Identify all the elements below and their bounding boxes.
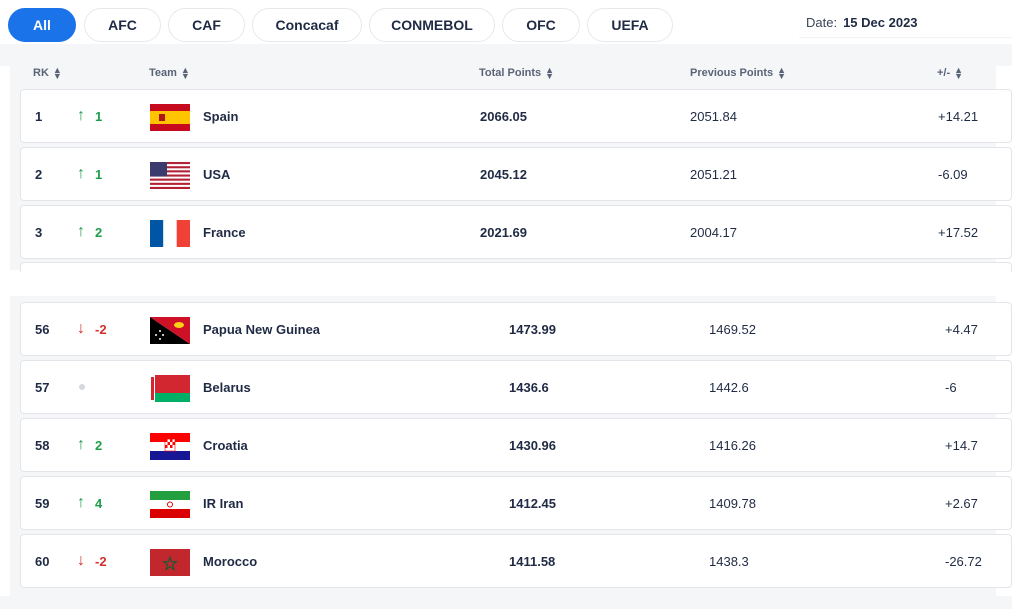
arrow-down-icon: ↓: [77, 552, 85, 569]
points-diff: -6: [945, 379, 957, 395]
rank-change: ↑ 2: [77, 223, 103, 240]
rank: 1: [35, 108, 43, 124]
croatia-flag: [150, 433, 190, 460]
arrow-up-icon: ↑: [77, 436, 85, 453]
header-rank[interactable]: RK ▲ ▼: [33, 65, 62, 81]
table-row[interactable]: 57 Belarus 1436.6 1442.6 -6: [20, 360, 1012, 414]
date-label: Date:: [806, 15, 838, 30]
arrow-up-icon: ↑: [77, 223, 85, 240]
rank: 3: [35, 224, 43, 240]
team-name[interactable]: Belarus: [203, 361, 251, 413]
rank: 56: [35, 321, 50, 337]
previous-points: 1438.3: [709, 553, 749, 569]
rank-change: ↓ -2: [77, 552, 107, 569]
team-name[interactable]: Papua New Guinea: [203, 303, 320, 355]
previous-points: 2051.21: [690, 166, 737, 182]
rank-change: ↑ 2: [77, 436, 103, 453]
filter-ofc[interactable]: OFC: [502, 8, 580, 42]
table-top-background: [0, 44, 1012, 66]
previous-points: 1416.26: [709, 437, 756, 453]
table-row-partial: [20, 262, 1012, 272]
rank: 2: [35, 166, 43, 182]
rank: 57: [35, 379, 50, 395]
france-flag: [150, 220, 190, 247]
filter-all[interactable]: All: [8, 8, 76, 42]
rank-change: [79, 361, 85, 413]
arrow-down-icon: ↓: [77, 320, 85, 337]
points-diff: -6.09: [938, 166, 968, 182]
table-row[interactable]: 1 ↑ 1 Spain 2066.05 2051.84 +14.21: [20, 89, 1012, 143]
previous-points: 1469.52: [709, 321, 756, 337]
arrow-up-icon: ↑: [77, 494, 85, 511]
total-points: 2045.12: [480, 166, 527, 182]
rank: 58: [35, 437, 50, 453]
filter-conmebol[interactable]: CONMEBOL: [369, 8, 495, 42]
total-points: 1436.6: [509, 379, 549, 395]
no-change-dot-icon: [79, 384, 85, 390]
filter-concacaf[interactable]: Concacaf: [252, 8, 362, 42]
table-row[interactable]: 58 ↑ 2 Croatia 1430.96 1416.26 +14.7: [20, 418, 1012, 472]
usa-flag: [150, 162, 190, 189]
team-name[interactable]: France: [203, 206, 246, 258]
date-value: 15 Dec 2023: [843, 15, 918, 30]
rank: 59: [35, 495, 50, 511]
points-diff: +2.67: [945, 495, 978, 511]
filter-caf[interactable]: CAF: [168, 8, 245, 42]
morocco-flag: [150, 549, 190, 576]
previous-points: 1442.6: [709, 379, 749, 395]
sort-icon: ▲ ▼: [180, 65, 190, 81]
previous-points: 1409.78: [709, 495, 756, 511]
points-diff: +14.7: [945, 437, 978, 453]
rank: 60: [35, 553, 50, 569]
sort-icon: ▲ ▼: [777, 65, 787, 81]
rank-change: ↑ 1: [77, 165, 103, 182]
points-diff: +4.47: [945, 321, 978, 337]
team-name[interactable]: Morocco: [203, 535, 257, 587]
total-points: 1430.96: [509, 437, 556, 453]
previous-points: 2004.17: [690, 224, 737, 240]
rank-change: ↑ 1: [77, 107, 103, 124]
total-points: 1411.58: [509, 553, 556, 569]
points-diff: +17.52: [938, 224, 979, 240]
previous-points: 2051.84: [690, 108, 737, 124]
header-diff[interactable]: +/- ▲ ▼: [937, 65, 964, 81]
points-diff: +14.21: [938, 108, 979, 124]
table-row[interactable]: 59 ↑ 4 IR Iran 1412.45 1409.78 +2.67: [20, 476, 1012, 530]
total-points: 1473.99: [509, 321, 556, 337]
filter-uefa[interactable]: UEFA: [587, 8, 673, 42]
table-bottom-background: [0, 596, 1012, 609]
total-points: 1412.45: [509, 495, 556, 511]
total-points: 2021.69: [480, 224, 527, 240]
date-selector[interactable]: Date: 15 Dec 2023: [799, 8, 1012, 38]
spain-flag: [150, 104, 190, 131]
table-row[interactable]: 3 ↑ 2 France 2021.69 2004.17 +17.52: [20, 205, 1012, 259]
filter-afc[interactable]: AFC: [84, 8, 161, 42]
team-name[interactable]: Croatia: [203, 419, 248, 471]
rank-change: ↑ 4: [77, 494, 103, 511]
table-row[interactable]: 2 ↑ 1 USA 2045.12 2051.21 -6.09: [20, 147, 1012, 201]
header-total-points[interactable]: Total Points ▲ ▼: [479, 65, 555, 81]
papua-new-guinea-flag: [150, 317, 190, 344]
iran-flag: [150, 491, 190, 518]
arrow-up-icon: ↑: [77, 107, 85, 124]
sort-icon: ▲ ▼: [545, 65, 555, 81]
table-row[interactable]: 60 ↓ -2 Morocco 1411.58 1438.3 -26.72: [20, 534, 1012, 588]
sort-icon: ▲ ▼: [52, 65, 62, 81]
sort-icon: ▲ ▼: [954, 65, 964, 81]
header-team[interactable]: Team ▲ ▼: [149, 65, 190, 81]
header-previous-points[interactable]: Previous Points ▲ ▼: [690, 65, 787, 81]
belarus-flag: [150, 375, 190, 402]
points-diff: -26.72: [945, 553, 982, 569]
arrow-up-icon: ↑: [77, 165, 85, 182]
team-name[interactable]: USA: [203, 148, 230, 200]
rank-change: ↓ -2: [77, 320, 107, 337]
total-points: 2066.05: [480, 108, 527, 124]
table-row[interactable]: 56 ↓ -2 Papua New Guinea 1473.99 1469.52…: [20, 302, 1012, 356]
team-name[interactable]: Spain: [203, 90, 238, 142]
team-name[interactable]: IR Iran: [203, 477, 243, 529]
